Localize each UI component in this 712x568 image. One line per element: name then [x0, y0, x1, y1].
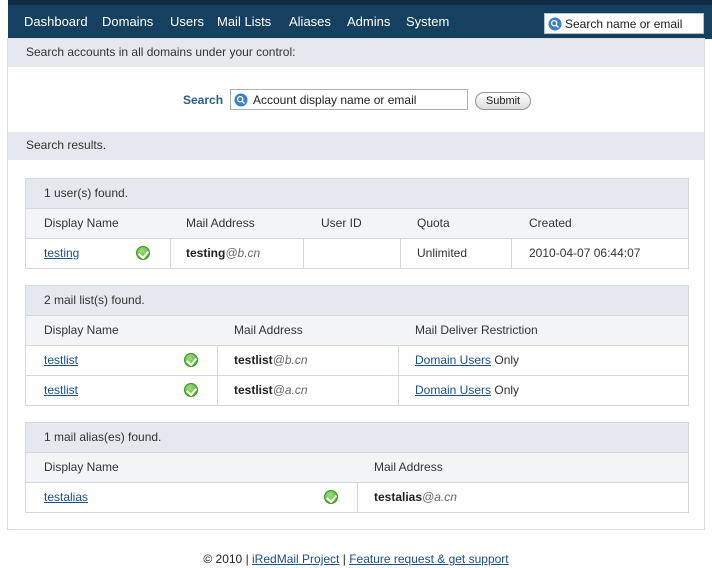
search-intro-bar: Search accounts in all domains under you… — [8, 39, 704, 67]
nav-aliases[interactable]: Aliases — [289, 14, 331, 29]
status-ok-icon — [324, 490, 338, 504]
col-mail-address: Mail Address — [374, 460, 443, 474]
col-user-id: User ID — [321, 216, 362, 230]
col-mail-address: Mail Address — [234, 323, 303, 337]
list-restriction: Domain Users Only — [415, 353, 520, 367]
footer: © 2010 | iRedMail Project | Feature requ… — [0, 552, 712, 566]
alias-display-name-link[interactable]: testalias — [44, 490, 88, 504]
col-display-name: Display Name — [44, 460, 119, 474]
aliases-header-row: Display Name Mail Address — [26, 452, 688, 482]
search-label: Search — [183, 93, 224, 107]
search-icon — [548, 17, 562, 31]
divider — [357, 483, 358, 512]
col-quota: Quota — [417, 216, 450, 230]
list-display-name-link[interactable]: testlist — [44, 383, 78, 397]
divider — [511, 239, 512, 268]
col-mail-address: Mail Address — [186, 216, 255, 230]
nav-domains[interactable]: Domains — [102, 14, 153, 29]
status-ok-icon — [184, 353, 198, 367]
status-ok-icon — [184, 383, 198, 397]
mail-lists-panel: 2 mail list(s) found. Display Name Mail … — [25, 285, 689, 406]
domain-users-link[interactable]: Domain Users — [415, 353, 491, 367]
user-created: 2010-04-07 06:44:07 — [529, 246, 641, 260]
status-ok-icon — [136, 246, 150, 260]
users-header-row: Display Name Mail Address User ID Quota … — [26, 208, 688, 238]
account-search-input[interactable] — [253, 91, 463, 108]
mail-lists-header-row: Display Name Mail Address Mail Deliver R… — [26, 315, 688, 345]
nav-mail-lists[interactable]: Mail Lists — [217, 14, 271, 29]
list-display-name-link[interactable]: testlist — [44, 353, 78, 367]
nav-system[interactable]: System — [406, 14, 449, 29]
divider — [398, 376, 399, 405]
table-row: testalias testalias@a.cn — [26, 482, 688, 512]
users-count-title: 1 user(s) found. — [26, 179, 688, 208]
col-created: Created — [529, 216, 572, 230]
users-panel: 1 user(s) found. Display Name Mail Addre… — [25, 178, 689, 269]
user-quota: Unlimited — [417, 246, 468, 260]
submit-button[interactable]: Submit — [475, 92, 531, 110]
col-display-name: Display Name — [44, 323, 119, 337]
divider — [400, 239, 401, 268]
divider — [303, 239, 304, 268]
domain-users-link[interactable]: Domain Users — [415, 383, 491, 397]
divider — [217, 376, 218, 405]
nav-dashboard[interactable]: Dashboard — [24, 14, 88, 29]
list-mail-address: testlist@b.cn — [234, 353, 308, 367]
table-row: testing testing@b.cn Unlimited 2010-04-0… — [26, 238, 688, 268]
user-mail-address: testing@b.cn — [186, 246, 261, 260]
search-icon — [234, 93, 248, 107]
list-restriction: Domain Users Only — [415, 383, 520, 397]
main-content: Search accounts in all domains under you… — [7, 38, 705, 530]
col-deliver-restriction: Mail Deliver Restriction — [415, 323, 538, 337]
top-search-input[interactable] — [565, 15, 701, 32]
table-row: testlist testlist@a.cn Domain Users Only — [26, 375, 688, 405]
aliases-count-title: 1 mail alias(es) found. — [26, 423, 688, 452]
list-mail-address: testlist@a.cn — [234, 383, 308, 397]
top-search-box[interactable] — [544, 13, 704, 34]
footer-separator: | — [339, 552, 350, 566]
project-link[interactable]: iRedMail Project — [252, 552, 339, 566]
top-nav-bar: Dashboard Domains Users Mail Lists Alias… — [8, 0, 712, 39]
footer-copyright: © 2010 | — [203, 552, 253, 566]
user-display-name-link[interactable]: testing — [44, 246, 79, 260]
alias-mail-address: testalias@a.cn — [374, 490, 457, 504]
search-results-bar: Search results. — [8, 132, 704, 160]
divider — [217, 346, 218, 375]
divider — [170, 239, 171, 268]
nav-admins[interactable]: Admins — [347, 14, 390, 29]
table-row: testlist testlist@b.cn Domain Users Only — [26, 345, 688, 375]
aliases-panel: 1 mail alias(es) found. Display Name Mai… — [25, 422, 689, 513]
nav-users[interactable]: Users — [170, 14, 204, 29]
mail-lists-count-title: 2 mail list(s) found. — [26, 286, 688, 315]
col-display-name: Display Name — [44, 216, 119, 230]
support-link[interactable]: Feature request & get support — [349, 552, 508, 566]
divider — [398, 346, 399, 375]
account-search-box[interactable] — [230, 89, 468, 110]
